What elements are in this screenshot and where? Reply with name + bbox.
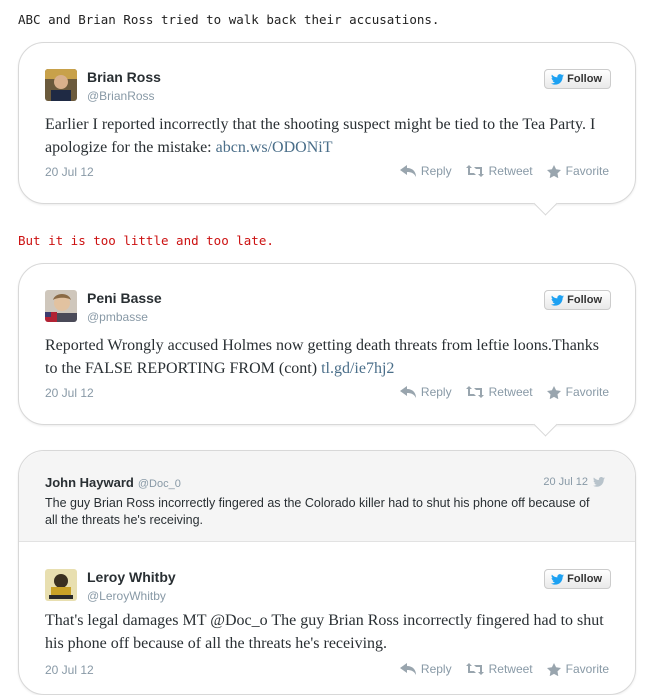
avatar[interactable] [45, 569, 77, 601]
quoted-author[interactable]: John Hayward @Doc_0 [45, 475, 181, 490]
quoted-author-name: John Hayward [45, 475, 134, 490]
tweet-card-brian-ross: Brian Ross @BrianRoss Follow Earlier I r… [18, 42, 636, 216]
follow-button[interactable]: Follow [544, 290, 611, 310]
reply-icon [399, 663, 416, 675]
author-handle[interactable]: @BrianRoss [87, 89, 155, 103]
star-icon [546, 385, 561, 399]
reply-label: Reply [420, 662, 452, 676]
follow-label: Follow [567, 294, 602, 306]
reply-icon [399, 165, 416, 177]
retweet-label: Retweet [488, 385, 533, 399]
star-icon [546, 164, 561, 178]
retweet-button[interactable]: Retweet [465, 385, 533, 399]
tweet-actions: Reply Retweet Favorite [399, 164, 609, 178]
reply-button[interactable]: Reply [399, 385, 452, 399]
tweet-actions: Reply Retweet Favorite [399, 662, 609, 676]
quoted-author-handle: @Doc_0 [137, 478, 181, 490]
follow-label: Follow [567, 573, 602, 585]
reply-button[interactable]: Reply [399, 662, 452, 676]
quoted-date[interactable]: 20 Jul 12 [543, 476, 588, 488]
reply-label: Reply [420, 164, 452, 178]
tweet-card-peni-basse: Peni Basse @pmbasse Follow Reported Wron… [18, 263, 636, 437]
follow-button[interactable]: Follow [544, 69, 611, 89]
author-handle[interactable]: @pmbasse [87, 310, 148, 324]
retweet-label: Retweet [488, 164, 533, 178]
retweet-icon [465, 165, 484, 177]
author-name[interactable]: Brian Ross [87, 69, 161, 85]
star-icon [546, 662, 561, 676]
favorite-button[interactable]: Favorite [546, 385, 609, 399]
avatar[interactable] [45, 69, 77, 101]
favorite-label: Favorite [565, 662, 609, 676]
twitter-bird-icon [551, 294, 565, 306]
favorite-button[interactable]: Favorite [546, 164, 609, 178]
author-name[interactable]: Leroy Whitby [87, 569, 176, 585]
quoted-tweet[interactable]: John Hayward @Doc_0 20 Jul 12 The guy Bri… [19, 451, 635, 542]
reply-icon [399, 386, 416, 398]
tweet-date[interactable]: 20 Jul 12 [45, 165, 94, 179]
retweet-button[interactable]: Retweet [465, 164, 533, 178]
tweet-body: That's legal damages MT @Doc_o The guy B… [45, 612, 604, 652]
caption-walk-back: ABC and Brian Ross tried to walk back th… [18, 12, 440, 27]
avatar[interactable] [45, 290, 77, 322]
author-handle[interactable]: @LeroyWhitby [87, 589, 166, 603]
twitter-bird-icon [593, 477, 605, 487]
tweet-card-leroy-whitby: John Hayward @Doc_0 20 Jul 12 The guy Bri… [18, 450, 636, 695]
follow-button[interactable]: Follow [544, 569, 611, 589]
favorite-label: Favorite [565, 385, 609, 399]
reply-button[interactable]: Reply [399, 164, 452, 178]
caption-too-late: But it is too little and too late. [18, 233, 274, 248]
favorite-label: Favorite [565, 164, 609, 178]
tweet-text: Reported Wrongly accused Holmes now gett… [45, 334, 609, 380]
twitter-bird-icon [551, 573, 565, 585]
card-tail [533, 412, 558, 437]
tweet-actions: Reply Retweet Favorite [399, 385, 609, 399]
twitter-bird-icon [551, 73, 565, 85]
reply-label: Reply [420, 385, 452, 399]
quoted-date-wrap: 20 Jul 12 [543, 476, 605, 488]
tweet-link[interactable]: abcn.ws/ODONiT [216, 139, 333, 156]
card-tail [533, 191, 558, 216]
retweet-icon [465, 663, 484, 675]
retweet-icon [465, 386, 484, 398]
tweet-link[interactable]: tl.gd/ie7hj2 [321, 360, 394, 377]
tweet-text: That's legal damages MT @Doc_o The guy B… [45, 609, 609, 655]
tweet-date[interactable]: 20 Jul 12 [45, 663, 94, 677]
quoted-text: The guy Brian Ross incorrectly fingered … [45, 496, 590, 527]
tweet-text: Earlier I reported incorrectly that the … [45, 113, 609, 159]
tweet-date[interactable]: 20 Jul 12 [45, 386, 94, 400]
follow-label: Follow [567, 73, 602, 85]
author-name[interactable]: Peni Basse [87, 290, 162, 306]
retweet-label: Retweet [488, 662, 533, 676]
favorite-button[interactable]: Favorite [546, 662, 609, 676]
retweet-button[interactable]: Retweet [465, 662, 533, 676]
